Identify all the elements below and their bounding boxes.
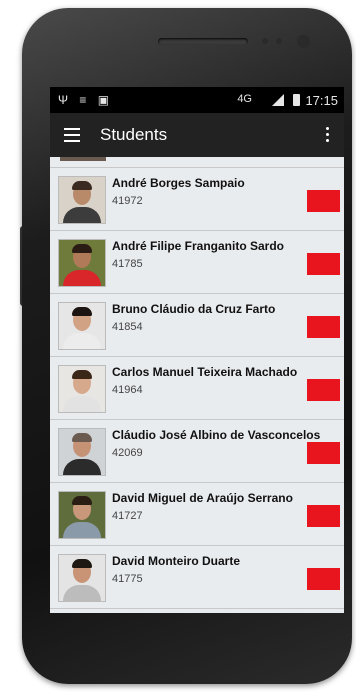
status-bar: Ψ ≡ ▣ 4G 17:15 — [50, 87, 344, 113]
phone-bottom-bezel — [50, 613, 344, 663]
app-bar: Students — [50, 113, 344, 157]
student-list-item[interactable]: Bruno Cláudio da Cruz Farto 41854 — [50, 294, 344, 357]
status-badge — [307, 253, 340, 275]
student-number: 42069 — [112, 447, 143, 459]
student-name: André Filipe Franganito Sardo — [112, 239, 285, 253]
network-type: 4G — [237, 93, 252, 105]
status-badge — [307, 190, 340, 212]
student-photo — [58, 428, 106, 476]
notification-icons: Ψ ≡ ▣ — [58, 93, 114, 107]
student-photo — [58, 239, 106, 287]
student-photo — [58, 365, 106, 413]
student-photo — [58, 491, 106, 539]
status-badge — [307, 316, 340, 338]
status-badge — [307, 505, 340, 527]
light-sensor — [276, 38, 282, 44]
student-name: Carlos Manuel Teixeira Machado — [112, 365, 298, 379]
front-camera — [297, 35, 310, 48]
screen: Ψ ≡ ▣ 4G 17:15 Students André Borges Sam… — [50, 87, 344, 613]
student-photo — [58, 302, 106, 350]
student-photo — [58, 554, 106, 602]
student-name: David Monteiro Duarte — [112, 554, 241, 568]
student-list-item[interactable]: Cláudio José Albino de Vasconcelos 42069 — [50, 420, 344, 483]
student-name: Bruno Cláudio da Cruz Farto — [112, 302, 276, 316]
student-list-item[interactable]: Carlos Manuel Teixeira Machado 41964 — [50, 357, 344, 420]
student-photo — [58, 176, 106, 224]
status-badge — [307, 442, 340, 464]
student-number: 41854 — [112, 321, 143, 333]
student-number: 41972 — [112, 195, 143, 207]
student-list-item[interactable]: André Filipe Franganito Sardo 41785 — [50, 231, 344, 294]
clock: 17:15 — [305, 93, 338, 108]
partial-list-item — [50, 157, 344, 168]
student-list-item[interactable]: André Borges Sampaio 41972 — [50, 168, 344, 231]
student-list-item[interactable]: David Monteiro Duarte 41775 — [50, 546, 344, 609]
student-number: 41964 — [112, 384, 143, 396]
overflow-menu-icon[interactable] — [326, 127, 330, 143]
proximity-sensor — [262, 38, 268, 44]
status-badge — [307, 379, 340, 401]
page-title: Students — [100, 125, 168, 144]
student-name: André Borges Sampaio — [112, 176, 245, 190]
earpiece — [158, 38, 248, 45]
student-number: 41785 — [112, 258, 143, 270]
battery-icon — [293, 94, 300, 106]
student-name: David Miguel de Araújo Serrano — [112, 491, 293, 505]
status-badge — [307, 568, 340, 590]
student-list-item[interactable]: David Miguel de Araújo Serrano 41727 — [50, 483, 344, 546]
student-number: 41727 — [112, 510, 143, 522]
menu-icon[interactable] — [64, 128, 80, 142]
student-number: 41775 — [112, 573, 143, 585]
student-name: Cláudio José Albino de Vasconcelos — [112, 428, 321, 442]
signal-icon — [272, 94, 284, 106]
